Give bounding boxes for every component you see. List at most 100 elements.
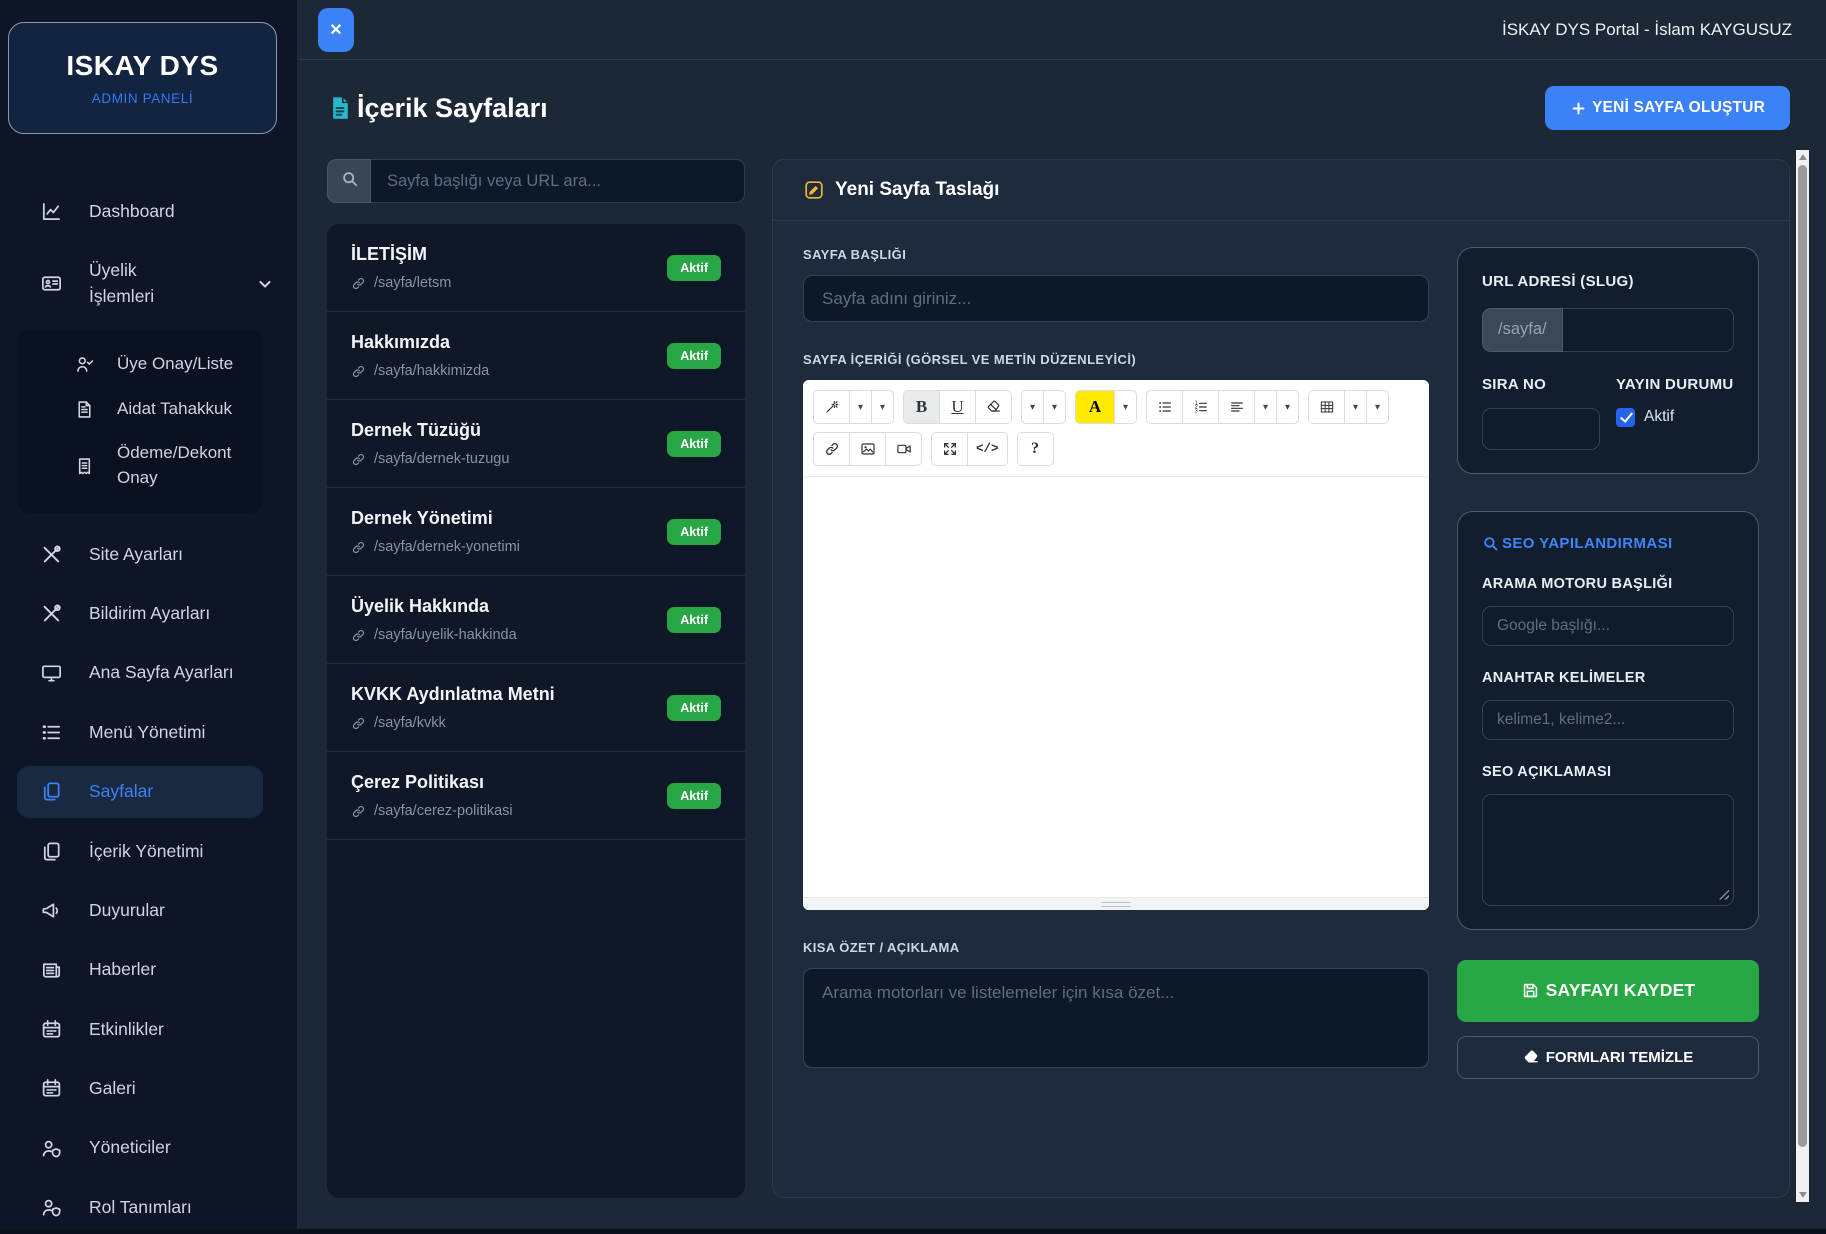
page-list-item[interactable]: Hakkımızda/sayfa/hakkimizdaAktif [327,312,745,400]
editor-btn-line-height-caret[interactable]: ▾ [1276,390,1299,424]
page-item-url: /sayfa/kvkk [351,715,555,731]
editor-btn-style[interactable] [813,390,850,424]
sidebar-item-label: Sayfalar [89,779,153,804]
form-main-column: SAYFA BAŞLIĞI SAYFA İÇERİĞİ (GÖRSEL VE M… [803,247,1429,1167]
editor-btn-fontname-caret[interactable]: ▾ [1021,390,1044,424]
sidebar-item-uye-onay-liste[interactable]: Üye Onay/Liste [17,342,263,387]
editor-btn-bold[interactable]: B [903,390,940,424]
sidebar-item-dashboard[interactable]: Dashboard [0,182,297,241]
editor-btn-code-view[interactable]: </> [967,432,1008,466]
sidebar-item-label: Site Ayarları [89,542,183,567]
document-icon [327,93,354,123]
sidebar-item-etkinlikler[interactable]: Etkinlikler [0,1000,297,1059]
editor-btn-table[interactable] [1308,390,1345,424]
editor-btn-unordered-list[interactable] [1146,390,1183,424]
editor-btn-fullscreen[interactable] [931,432,968,466]
page-item-url-text: /sayfa/kvkk [374,715,446,731]
sidebar-item-ana-sayfa-ayarlari[interactable]: Ana Sayfa Ayarları [0,643,297,702]
order-input[interactable] [1482,408,1600,450]
editor-btn-ordered-list[interactable]: 123 [1182,390,1219,424]
image-icon [860,441,876,457]
sidebar-submenu: Üye Onay/ListeAidat TahakkukÖdeme/Dekont… [17,330,263,513]
pages-panel: İLETİŞİM/sayfa/letsmAktifHakkımızda/sayf… [327,159,745,1198]
pages-search-input[interactable] [371,159,745,203]
toolbar-group: ? [1017,432,1054,466]
editor-btn-picture[interactable] [849,432,886,466]
editor-btn-font-color[interactable]: A [1075,390,1115,424]
order-column: SIRA NO [1482,374,1600,450]
sidebar-item-haberler[interactable]: Haberler [0,940,297,999]
sidebar-item-aidat-tahakkuk[interactable]: Aidat Tahakkuk [17,387,263,432]
page-item-info: Çerez Politikası/sayfa/cerez-politikasi [351,772,513,819]
vertical-scrollbar[interactable] [1796,150,1809,1202]
link-small-icon [351,540,366,555]
sidebar-item-yoneticiler[interactable]: Yöneticiler [0,1118,297,1177]
seo-title-input[interactable] [1482,606,1734,646]
status-badge: Aktif [667,695,721,721]
editor-btn-video[interactable] [885,432,922,466]
editor-btn-color-caret[interactable]: ▾ [1114,390,1137,424]
page-title-input[interactable] [803,275,1429,322]
editor-btn-table-caret2[interactable]: ▾ [1366,390,1389,424]
sidebar-item-label: Üyelik İşlemleri [89,258,197,309]
search-icon-box [327,159,371,203]
sidebar-item-duyurular[interactable]: Duyurular [0,881,297,940]
publish-checkbox-row[interactable]: Aktif [1616,408,1734,427]
page-list-item[interactable]: Üyelik Hakkında/sayfa/uyelik-hakkindaAkt… [327,576,745,664]
sidebar-item-label: İçerik Yönetimi [89,839,203,864]
new-page-button[interactable]: YENİ SAYFA OLUŞTUR [1545,86,1790,130]
sidebar-item-galeri[interactable]: Galeri [0,1059,297,1118]
user-shield-icon [40,1137,63,1160]
magic-wand-icon [824,399,840,415]
page-list-item[interactable]: Dernek Tüzüğü/sayfa/dernek-tuzuguAktif [327,400,745,488]
toolbar-group: ▾▾ [1308,390,1389,424]
editor-btn-fontsize-caret[interactable]: ▾ [1043,390,1066,424]
slug-prefix: /sayfa/ [1482,308,1563,352]
editor-btn-link[interactable] [813,432,850,466]
seo-keywords-label: ANAHTAR KELİMELER [1482,668,1734,689]
sidebar-item-icerik-yonetimi[interactable]: İçerik Yönetimi [0,822,297,881]
sidebar-item-rol-tanimlari[interactable]: Rol Tanımları [0,1178,297,1234]
page-list-item[interactable]: Çerez Politikası/sayfa/cerez-politikasiA… [327,752,745,840]
scroll-up-arrow-icon[interactable] [1799,154,1807,160]
editor-btn-style-caret[interactable]: ▾ [849,390,872,424]
summary-textarea[interactable] [803,968,1429,1068]
scroll-down-arrow-icon[interactable] [1799,1192,1807,1198]
save-page-button-label: SAYFAYI KAYDET [1546,980,1696,1001]
page-list-item[interactable]: Dernek Yönetimi/sayfa/dernek-yonetimiAkt… [327,488,745,576]
sidebar-item-uyelik-islemleri[interactable]: Üyelik İşlemleri [0,241,297,326]
sidebar-item-sayfalar[interactable]: Sayfalar [17,766,263,817]
scrollbar-thumb[interactable] [1798,165,1807,1147]
save-page-button[interactable]: SAYFAYI KAYDET [1457,960,1759,1022]
editor-btn-style-caret2[interactable]: ▾ [871,390,894,424]
floppy-save-icon [1521,981,1540,1000]
seo-description-textarea[interactable] [1482,794,1734,906]
user-shield-icon [40,1196,63,1219]
page-list-item[interactable]: İLETİŞİM/sayfa/letsmAktif [327,224,745,312]
editor-btn-paragraph-caret[interactable]: ▾ [1254,390,1277,424]
summary-label: KISA ÖZET / AÇIKLAMA [803,940,1429,955]
page-item-url: /sayfa/dernek-tuzugu [351,451,509,467]
url-settings-box: URL ADRESİ (SLUG) /sayfa/ SIRA NO [1457,247,1759,474]
editor-btn-paragraph[interactable] [1218,390,1255,424]
clear-forms-button[interactable]: FORMLARI TEMİZLE [1457,1036,1759,1079]
page-list-item[interactable]: KVKK Aydınlatma Metni/sayfa/kvkk Aktif [327,664,745,752]
editor-content-area[interactable] [803,477,1429,897]
editor-btn-clear-format[interactable] [975,390,1012,424]
editor-btn-help[interactable]: ? [1017,432,1054,466]
sidebar-item-site-ayarlari[interactable]: Site Ayarları [0,525,297,584]
page-item-info: KVKK Aydınlatma Metni/sayfa/kvkk [351,684,555,731]
slug-input[interactable] [1563,308,1734,352]
editor-resize-bar[interactable] [803,897,1429,910]
sidebar-item-menu-yonetimi[interactable]: Menü Yönetimi [0,703,297,762]
editor-btn-underline[interactable]: U [939,390,976,424]
sidebar-item-bildirim-ayarlari[interactable]: Bildirim Ayarları [0,584,297,643]
sidebar-item-odeme-dekont-onay[interactable]: Ödeme/Dekont Onay [17,431,263,500]
bullhorn-icon [40,899,63,922]
page-item-info: Üyelik Hakkında/sayfa/uyelik-hakkinda [351,596,517,643]
seo-keywords-input[interactable] [1482,700,1734,740]
order-label: SIRA NO [1482,374,1600,396]
editor-btn-table-caret[interactable]: ▾ [1344,390,1367,424]
publish-checkbox[interactable] [1616,408,1635,427]
sidebar-toggle-button[interactable]: ✕ [318,8,354,52]
